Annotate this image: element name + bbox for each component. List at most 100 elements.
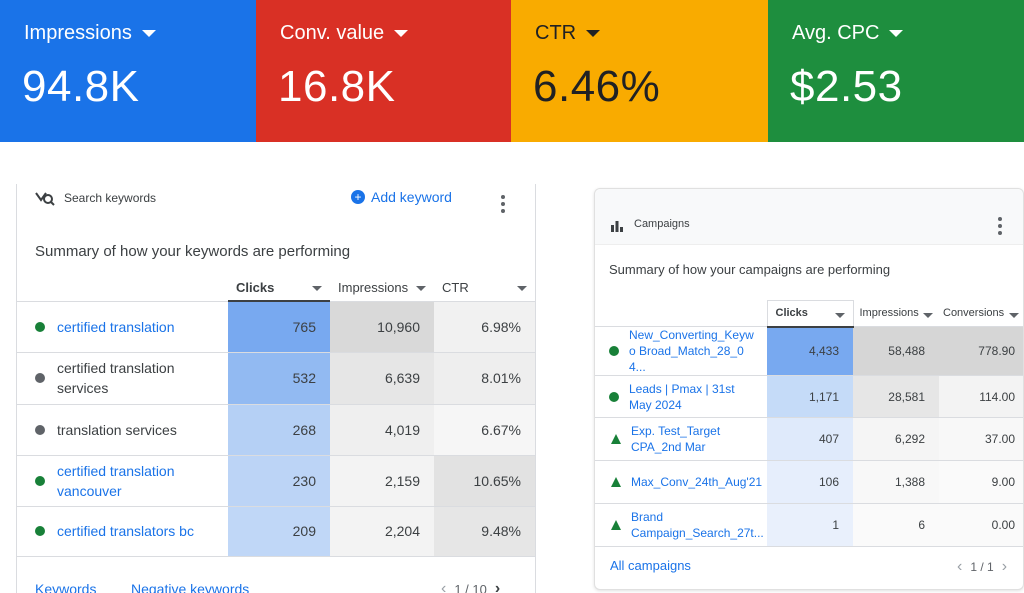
- caret-down-icon[interactable]: [141, 30, 156, 37]
- impressions-cell: 6,292: [853, 417, 939, 461]
- caret-down-icon[interactable]: [394, 30, 409, 37]
- table-row: Max_Conv_24th_Aug'21 106 1,388 9.00: [595, 460, 1023, 504]
- sort-arrow-icon[interactable]: [834, 313, 845, 319]
- keyword-cell: translation services: [17, 404, 228, 455]
- sort-arrow-icon[interactable]: [416, 285, 426, 291]
- chevron-right-icon[interactable]: ›: [495, 580, 500, 593]
- campaigns-card-header: Campaigns: [595, 189, 1023, 245]
- column-header-label: CTR: [442, 279, 469, 295]
- status-enabled-icon: [35, 526, 45, 536]
- impressions-cell: 6: [853, 503, 939, 547]
- keyword-search-icon: [35, 190, 55, 211]
- kpi-label-text: Avg. CPC: [792, 22, 880, 44]
- column-header-label: Impressions: [859, 307, 919, 320]
- chevron-left-icon[interactable]: ‹: [441, 580, 446, 593]
- campaign-cell: Max_Conv_24th_Aug'21: [595, 461, 767, 504]
- bar-chart-icon: [611, 219, 623, 237]
- keyword-text: translation services: [57, 421, 177, 438]
- campaigns-table: Clicks Impressions Conversions New_Conve…: [595, 300, 1023, 547]
- column-header-impressions[interactable]: Impressions: [330, 274, 434, 301]
- keyword-cell: certified translation vancouver: [17, 455, 228, 506]
- campaigns-pager: ‹ 1 / 1 ›: [957, 558, 1007, 576]
- campaign-link[interactable]: New_Converting_Keywo Broad_Match_28_04..…: [629, 327, 757, 375]
- kpi-value: $2.53: [790, 62, 903, 111]
- column-header-label: Impressions: [338, 279, 409, 295]
- keywords-table: Clicks Impressions CTR certified transla…: [17, 274, 535, 557]
- sort-arrow-icon[interactable]: [1009, 313, 1019, 319]
- kpi-value: 94.8K: [22, 62, 140, 111]
- campaign-cell: Brand Campaign_Search_27t...: [595, 504, 767, 547]
- status-enabled-icon: [609, 391, 619, 402]
- impressions-cell: 58,488: [853, 326, 939, 376]
- impressions-cell: 28,581: [853, 375, 939, 418]
- caret-down-icon[interactable]: [889, 30, 904, 37]
- impressions-cell: 2,159: [330, 455, 434, 506]
- kpi-conv-value[interactable]: Conv. value 16.8K: [256, 0, 511, 142]
- campaigns-card: Campaigns Summary of how your campaigns …: [594, 188, 1024, 590]
- campaign-link[interactable]: Exp. Test_Target CPA_2nd Mar: [631, 423, 741, 455]
- keyword-link[interactable]: certified translation: [57, 319, 175, 335]
- keywords-pager: ‹ 1 / 10 ›: [441, 580, 500, 593]
- keyword-text: certified translation services: [57, 360, 175, 396]
- kpi-ctr[interactable]: CTR 6.46%: [511, 0, 768, 142]
- keyword-cell: certified translation services: [17, 352, 228, 404]
- add-keyword-button[interactable]: + Add keyword: [351, 189, 452, 205]
- kpi-label: Conv. value: [280, 22, 409, 45]
- ctr-cell: 8.01%: [434, 352, 535, 404]
- add-circle-icon: +: [351, 190, 365, 204]
- caret-down-icon[interactable]: [586, 30, 601, 37]
- column-header-impressions[interactable]: Impressions: [853, 301, 939, 327]
- chevron-left-icon[interactable]: ‹: [957, 558, 962, 576]
- column-header-clicks[interactable]: Clicks: [766, 300, 854, 328]
- conversions-cell: 9.00: [939, 460, 1023, 504]
- ctr-cell: 6.98%: [434, 301, 535, 352]
- experiment-flask-icon: [611, 477, 621, 487]
- kpi-label-text: CTR: [535, 22, 577, 44]
- impressions-cell: 10,960: [330, 301, 434, 352]
- kpi-impressions[interactable]: Impressions 94.8K: [0, 0, 256, 142]
- campaign-link[interactable]: Max_Conv_24th_Aug'21: [631, 475, 762, 489]
- ctr-cell: 9.48%: [434, 506, 535, 556]
- kpi-label-text: Impressions: [24, 22, 132, 44]
- column-header-label: Conversions: [943, 307, 1005, 320]
- campaign-link[interactable]: Leads | Pmax | 31st May 2024: [629, 381, 759, 413]
- conversions-cell: 0.00: [939, 503, 1023, 547]
- clicks-cell: 1: [767, 503, 853, 547]
- table-row: translation services 268 4,019 6.67%: [17, 404, 535, 455]
- clicks-cell: 230: [228, 455, 330, 506]
- sort-arrow-icon[interactable]: [312, 285, 322, 291]
- clicks-cell: 209: [228, 506, 330, 556]
- more-options-icon[interactable]: [501, 195, 505, 216]
- negative-keywords-link[interactable]: Negative keywords: [131, 581, 249, 593]
- campaign-link[interactable]: Brand Campaign_Search_27t...: [631, 509, 764, 541]
- keyword-link[interactable]: certified translators bc: [57, 523, 194, 539]
- pager-text: 1 / 1: [970, 560, 994, 574]
- status-paused-icon: [35, 424, 45, 435]
- column-header-clicks[interactable]: Clicks: [228, 274, 330, 302]
- kpi-avg-cpc[interactable]: Avg. CPC $2.53: [768, 0, 1024, 142]
- ctr-cell: 6.67%: [434, 404, 535, 455]
- keyword-cell: certified translation: [17, 301, 228, 352]
- keywords-card: Search keywords + Add keyword Summary of…: [16, 184, 536, 593]
- table-row: Exp. Test_Target CPA_2nd Mar 407 6,292 3…: [595, 417, 1023, 461]
- ctr-cell: 10.65%: [434, 455, 535, 506]
- column-header-ctr[interactable]: CTR: [434, 274, 535, 301]
- chevron-right-icon[interactable]: ›: [1002, 558, 1007, 576]
- campaign-cell: New_Converting_Keywo Broad_Match_28_04..…: [595, 327, 767, 376]
- kpi-label-text: Conv. value: [280, 22, 385, 44]
- keywords-link[interactable]: Keywords: [35, 581, 96, 593]
- impressions-cell: 6,639: [330, 352, 434, 404]
- sort-arrow-icon[interactable]: [517, 285, 527, 291]
- more-options-icon[interactable]: [998, 217, 1002, 238]
- kpi-label: Avg. CPC: [792, 22, 904, 45]
- kpi-row: Impressions 94.8K Conv. value 16.8K CTR …: [0, 0, 1024, 142]
- conversions-cell: 37.00: [939, 417, 1023, 461]
- sort-arrow-icon[interactable]: [923, 313, 933, 319]
- keyword-cell: certified translators bc: [17, 506, 228, 556]
- clicks-cell: 4,433: [767, 326, 853, 376]
- all-campaigns-link[interactable]: All campaigns: [610, 558, 691, 573]
- column-header-conversions[interactable]: Conversions: [939, 301, 1023, 327]
- experiment-flask-icon: [611, 520, 621, 530]
- keyword-link[interactable]: certified translation vancouver: [57, 461, 197, 501]
- table-row: Brand Campaign_Search_27t... 1 6 0.00: [595, 503, 1023, 547]
